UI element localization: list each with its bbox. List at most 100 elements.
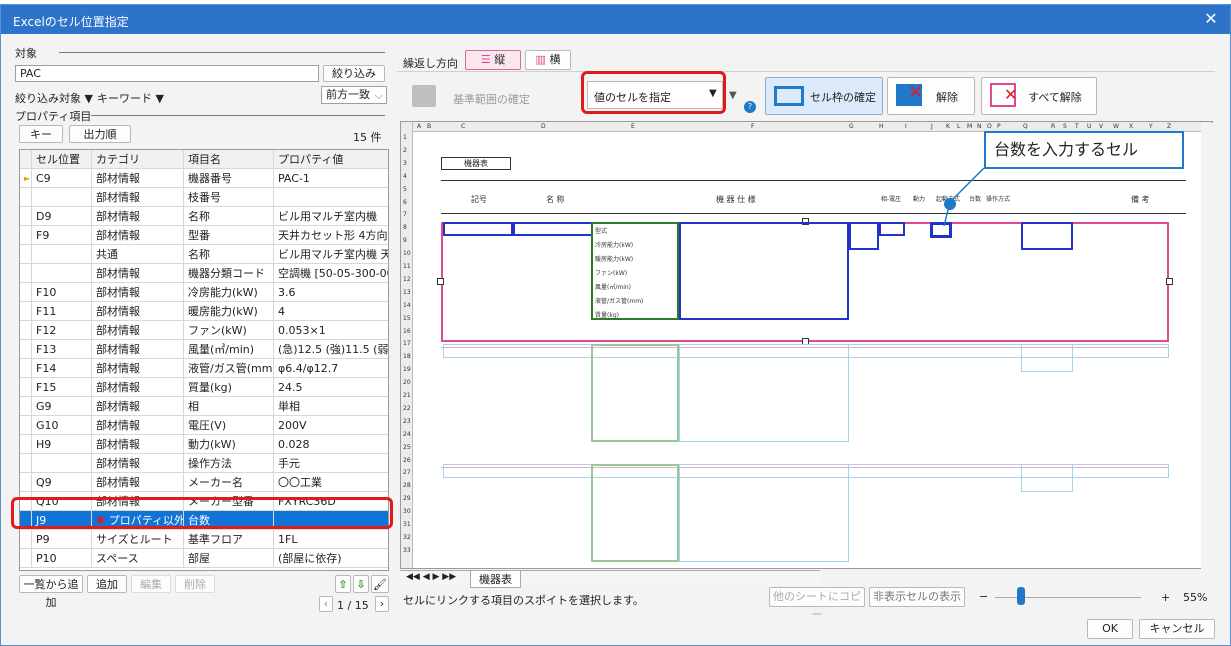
row-number: 15 bbox=[403, 314, 411, 322]
table-row[interactable]: 共通名称ビル用マルチ室内機 天... bbox=[20, 245, 388, 264]
table-row[interactable]: 部材情報 操作方法 手元 bbox=[20, 454, 388, 473]
table-row[interactable]: ► C9 部材情報 機器番号 PAC-1 bbox=[20, 169, 388, 188]
move-up-icon[interactable]: ⇧ bbox=[335, 575, 351, 593]
split-arrow-icon[interactable]: ▼ bbox=[729, 90, 737, 101]
grid-cell: D9 bbox=[32, 207, 92, 226]
grid-cell: 相 bbox=[184, 397, 274, 416]
resize-handle[interactable] bbox=[437, 278, 444, 285]
match-mode-select[interactable]: 前方一致 ⌵ bbox=[321, 86, 387, 104]
column-label: B bbox=[427, 123, 432, 130]
column-label: D bbox=[541, 123, 546, 130]
col-header[interactable]: プロパティ値 bbox=[274, 150, 388, 169]
linked-cell[interactable] bbox=[1021, 222, 1073, 250]
edit-button[interactable]: 編集 bbox=[131, 575, 171, 593]
horizontal-toggle[interactable]: ▥ 横 bbox=[525, 50, 571, 70]
grid-cell: 1FL bbox=[278, 533, 298, 546]
grid-cell: 部材情報 bbox=[92, 302, 184, 321]
column-label: M bbox=[967, 123, 973, 130]
grid-cell: 単相 bbox=[278, 400, 300, 413]
linked-cell[interactable] bbox=[443, 222, 513, 236]
zoom-in-button[interactable]: + bbox=[1161, 591, 1170, 604]
vertical-toggle[interactable]: ☰ 縦 bbox=[465, 50, 521, 70]
grid-cell: 部材情報 bbox=[92, 264, 184, 283]
cell-border-icon bbox=[774, 86, 804, 106]
cancel-button[interactable]: キャンセル bbox=[1139, 619, 1215, 639]
move-down-icon[interactable]: ⇩ bbox=[353, 575, 369, 593]
table-row[interactable]: 部材情報機器分類コード空調機 [50-05-300-00... bbox=[20, 264, 388, 283]
x-icon: ✕ bbox=[908, 82, 924, 103]
grid-cell: Q9 bbox=[32, 473, 92, 492]
sheet-scrollbar[interactable] bbox=[1201, 123, 1213, 569]
help-icon[interactable]: ? bbox=[744, 101, 756, 113]
grid-cell bbox=[274, 188, 388, 207]
table-row[interactable]: D9 部材情報 名称 ビル用マルチ室内機 bbox=[20, 207, 388, 226]
grid-cell: 液管/ガス管(mm) bbox=[184, 359, 274, 378]
table-row[interactable]: G9 部材情報相単相 bbox=[20, 397, 388, 416]
vertical-label: 縦 bbox=[494, 53, 506, 66]
delete-button[interactable]: 削除 bbox=[175, 575, 215, 593]
ok-button[interactable]: OK bbox=[1087, 619, 1133, 639]
table-row[interactable]: P10 スペース 部屋 (部屋に依存) bbox=[20, 549, 388, 568]
resize-handle[interactable] bbox=[1166, 278, 1173, 285]
output-order-button[interactable]: 出力順 bbox=[69, 125, 131, 143]
grid-cell: 部材情報 bbox=[92, 321, 184, 340]
table-row[interactable]: P9 サイズとルート 基準フロア 1FL bbox=[20, 530, 388, 549]
linked-spec-cells[interactable] bbox=[679, 222, 849, 320]
col-header[interactable]: 項目名 bbox=[184, 150, 274, 169]
add-from-list-button[interactable]: 一覧から追加 bbox=[19, 575, 83, 609]
row-number: 11 bbox=[403, 263, 411, 270]
grid-cell: 部材情報 bbox=[92, 473, 184, 492]
eyedropper-icon[interactable]: 🖌 bbox=[371, 575, 389, 593]
close-icon[interactable]: ✕ bbox=[1200, 9, 1222, 29]
table-row[interactable]: 部材情報 枝番号 bbox=[20, 188, 388, 207]
table-row[interactable]: G10 部材情報 電圧(V) 200V bbox=[20, 416, 388, 435]
sheet-nav-icon[interactable]: ◀◀ ◀ ▶ ▶▶ bbox=[406, 572, 456, 582]
release-button[interactable]: ✕ 解除 bbox=[887, 77, 975, 115]
release-all-button[interactable]: ✕ すべて解除 bbox=[981, 77, 1097, 115]
col-header[interactable]: セル位置 bbox=[32, 150, 92, 169]
row-number: 16 bbox=[403, 327, 411, 335]
column-label: R bbox=[1051, 123, 1056, 130]
show-hidden-button[interactable]: 非表示セルの表示 bbox=[869, 587, 965, 607]
table-row[interactable]: F15 部材情報 質量(kg) 24.5 bbox=[20, 378, 388, 397]
filter-target-dropdown[interactable]: 絞り込み対象 ▼ bbox=[15, 90, 93, 106]
cell-mode-highlight bbox=[581, 71, 726, 114]
prev-page-icon[interactable]: ‹ bbox=[319, 596, 333, 612]
table-row[interactable]: F14 部材情報 液管/ガス管(mm) φ6.4/φ12.7 bbox=[20, 359, 388, 378]
linked-cell[interactable] bbox=[513, 222, 593, 236]
zoom-out-button[interactable]: − bbox=[979, 590, 988, 603]
grid-cell: F12 bbox=[32, 321, 92, 340]
linked-cell[interactable] bbox=[849, 222, 879, 250]
spec-label: 暖房能力(kW) bbox=[595, 256, 634, 263]
add-button[interactable]: 追加 bbox=[87, 575, 127, 593]
column-label: K bbox=[946, 123, 950, 130]
next-page-icon[interactable]: › bbox=[375, 596, 389, 612]
row-number: 24 bbox=[403, 430, 411, 438]
key-button[interactable]: キー bbox=[19, 125, 63, 143]
table-row[interactable]: F9 部材情報 型番 天井カセット形 4方向 bbox=[20, 226, 388, 245]
spreadsheet-preview[interactable]: ABCDEFGHIJKLMNOPQRSTUVWXYZ 1 2 3 4 5 6 7 8 9 10 11… bbox=[400, 121, 1213, 569]
table-row[interactable]: F10 部材情報 冷房能力(kW) 3.6 bbox=[20, 283, 388, 302]
sheet-tab[interactable]: 機器表 bbox=[470, 571, 521, 588]
confirm-range-button[interactable]: 基準範囲の確定 bbox=[453, 91, 530, 107]
grid-cell: 冷房能力(kW) bbox=[184, 283, 274, 302]
zoom-slider-thumb[interactable] bbox=[1017, 587, 1025, 605]
grid-cell: 部材情報 bbox=[92, 435, 184, 454]
keyword-dropdown[interactable]: キーワード ▼ bbox=[97, 90, 164, 106]
row-number: 9 bbox=[403, 237, 407, 245]
table-row[interactable]: F12 部材情報 ファン(kW) 0.053×1 bbox=[20, 321, 388, 340]
table-row[interactable]: Q9 部材情報 メーカー名 〇〇工業 bbox=[20, 473, 388, 492]
grid-cell: G9 bbox=[32, 397, 92, 416]
chevron-down-icon: ⌵ bbox=[374, 89, 383, 102]
target-input[interactable]: PAC bbox=[15, 65, 319, 82]
filter-button[interactable]: 絞り込み bbox=[323, 65, 385, 82]
table-row[interactable]: F13部材情報風量(㎥/min) (急)12.5 (強)11.5 (弱)... bbox=[20, 340, 388, 359]
linked-cell[interactable] bbox=[879, 222, 905, 236]
table-row[interactable]: H9 部材情報 動力(kW) 0.028 bbox=[20, 435, 388, 454]
copy-other-sheet-button[interactable]: 他のシートにコピー bbox=[769, 587, 865, 621]
grid-cell: 機器番号 bbox=[184, 169, 274, 188]
table-row[interactable]: F11 部材情報 暖房能力(kW) 4 bbox=[20, 302, 388, 321]
row-number: 27 bbox=[403, 469, 411, 477]
col-header[interactable]: カテゴリ bbox=[92, 150, 184, 169]
confirm-cell-border-button[interactable]: セル枠の確定 bbox=[765, 77, 883, 115]
